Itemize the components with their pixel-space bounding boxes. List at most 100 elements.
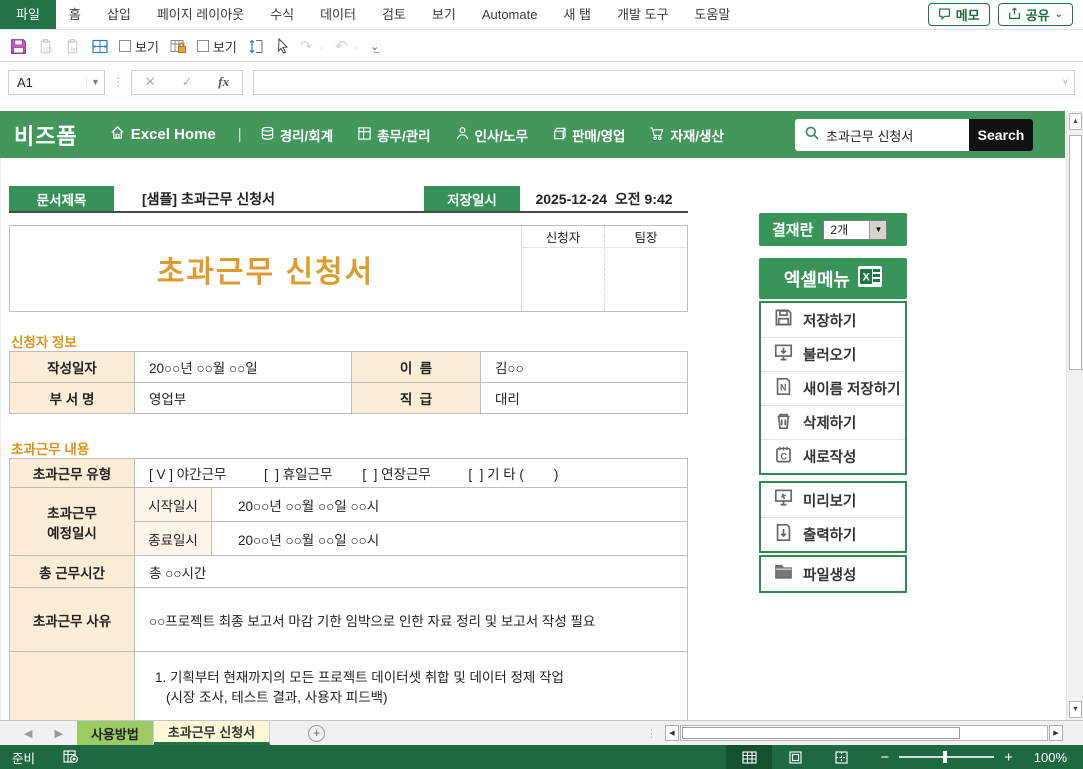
zoom-level[interactable]: 100% xyxy=(1027,750,1067,765)
home-icon xyxy=(110,125,125,144)
formula-expand-icon[interactable]: ˅ xyxy=(1063,77,1068,87)
svg-text:C: C xyxy=(781,451,788,461)
insert-function-icon[interactable]: fx xyxy=(218,74,229,90)
tab-automate[interactable]: Automate xyxy=(469,0,551,29)
nav-item-general-affairs[interactable]: 총무/관리 xyxy=(357,125,430,145)
search-box[interactable] xyxy=(795,119,969,151)
tab-help[interactable]: 도움말 xyxy=(681,0,743,29)
tab-view[interactable]: 보기 xyxy=(419,0,469,29)
search-input[interactable] xyxy=(826,128,951,143)
nav-item-sales[interactable]: 판매/영업 xyxy=(552,125,625,145)
view-checkbox-1[interactable]: 보기 xyxy=(119,37,159,56)
nav-excel-home[interactable]: Excel Home xyxy=(110,125,216,144)
paste-values-icon[interactable]: 123 xyxy=(37,38,54,55)
tab-page-layout[interactable]: 페이지 레이아웃 xyxy=(144,0,257,29)
comments-button[interactable]: 메모 xyxy=(928,3,990,26)
search-button[interactable]: Search xyxy=(969,119,1033,151)
tab-file[interactable]: 파일 xyxy=(0,0,56,29)
sheet-tab-usage[interactable]: 사용방법 xyxy=(77,721,154,745)
sign-cell-applicant[interactable] xyxy=(522,248,604,311)
horizontal-scroll-thumb[interactable] xyxy=(682,727,960,739)
menu-item-print[interactable]: 출력하기 xyxy=(761,517,905,551)
zoom-slider-handle[interactable] xyxy=(943,751,947,763)
zoom-in-icon[interactable]: + xyxy=(1004,749,1013,766)
menu-item-new[interactable]: C 새로작성 xyxy=(761,439,905,473)
field-value[interactable]: ○○프로젝트 최종 보고서 마감 기한 임박으로 인한 자료 정리 및 보고서 … xyxy=(135,588,688,652)
view-checkbox-2[interactable]: 보기 xyxy=(197,37,237,56)
tab-home[interactable]: 홈 xyxy=(56,0,94,29)
formula-input[interactable]: ˅ xyxy=(253,70,1075,95)
redo-icon[interactable]: ↷⌄ xyxy=(300,37,325,55)
sheet-prev-icon[interactable]: ◀ xyxy=(24,727,32,740)
normal-view-button[interactable] xyxy=(726,745,772,769)
horizontal-scrollbar[interactable]: ◀ ▶ xyxy=(665,724,1063,742)
protect-sheet-icon[interactable] xyxy=(169,38,187,55)
save-icon[interactable] xyxy=(10,38,27,55)
menu-item-load[interactable]: 불러오기 xyxy=(761,337,905,371)
page-break-view-button[interactable] xyxy=(818,745,864,769)
zoom-slider[interactable] xyxy=(899,756,994,758)
confirm-entry-icon[interactable]: ✓ xyxy=(182,74,193,90)
tab-developer[interactable]: 개발 도구 xyxy=(604,0,681,29)
scroll-down-icon[interactable]: ▼ xyxy=(1069,701,1082,718)
undo-icon[interactable]: ↶⌄ xyxy=(335,37,360,55)
nav-item-hr[interactable]: 인사/노무 xyxy=(455,125,528,145)
row-height-icon[interactable] xyxy=(247,38,265,55)
search-icon xyxy=(795,125,826,146)
field-label: 초과근무 예정일시 xyxy=(10,488,135,556)
bizforms-nav-bar: 비즈폼 Excel Home | 경리/회계 총무/관리 인사/노무 판매/영업 xyxy=(0,111,1065,158)
scroll-left-icon[interactable]: ◀ xyxy=(665,725,679,741)
cancel-entry-icon[interactable]: ✕ xyxy=(145,74,156,90)
checkbox-icon xyxy=(197,40,209,52)
menu-item-save-as[interactable]: N 새이름 저장하기 xyxy=(761,371,905,405)
formula-bar-splitter[interactable]: ⋮ xyxy=(112,75,124,89)
cursor-icon[interactable] xyxy=(275,38,290,54)
save-icon xyxy=(774,308,793,332)
field-label: 작성일자 xyxy=(10,352,135,383)
scroll-right-icon[interactable]: ▶ xyxy=(1049,725,1063,741)
share-button[interactable]: 공유 ⌄ xyxy=(998,3,1073,26)
zoom-out-icon[interactable]: − xyxy=(880,749,889,766)
field-value[interactable]: 20○○년 ○○월 ○○일 ○○시 xyxy=(212,488,688,522)
menu-item-file-create[interactable]: 파일생성 xyxy=(761,557,905,591)
macro-record-icon[interactable] xyxy=(63,750,79,764)
field-value[interactable]: 김○○ xyxy=(481,352,688,383)
approval-line-control: 결재란 2개 ▼ xyxy=(759,213,907,246)
sign-cell-team-leader[interactable] xyxy=(604,248,687,311)
tab-new-tab[interactable]: 새 탭 xyxy=(550,0,604,29)
field-value[interactable]: 20○○년 ○○월 ○○일 ○○시 xyxy=(212,522,688,556)
tab-formulas[interactable]: 수식 xyxy=(257,0,307,29)
menu-item-save[interactable]: 저장하기 xyxy=(761,303,905,337)
tab-insert[interactable]: 삽입 xyxy=(94,0,144,29)
tab-data[interactable]: 데이터 xyxy=(307,0,369,29)
overtime-type-value[interactable]: [ V ] 야간근무 [ ] 휴일근무 [ ] 연장근무 [ ] 기 타 ( ) xyxy=(135,459,688,488)
sheet-tab-overtime-form[interactable]: 초과근무 신청서 xyxy=(154,721,270,745)
nav-item-materials[interactable]: 자재/생산 xyxy=(649,125,723,145)
vertical-scroll-thumb[interactable] xyxy=(1069,135,1082,370)
form-title: 초과근무 신청서 xyxy=(157,247,375,291)
name-box[interactable]: A1 ▼ xyxy=(8,70,105,95)
page-layout-view-button[interactable] xyxy=(772,745,818,769)
bizforms-logo[interactable]: 비즈폼 xyxy=(14,119,78,151)
field-value[interactable]: 20○○년 ○○월 ○○일 xyxy=(135,352,352,383)
approval-count-dropdown[interactable]: 2개 ▼ xyxy=(823,220,887,240)
field-value[interactable]: 대리 xyxy=(481,383,688,414)
paste-formulas-icon[interactable]: fx xyxy=(64,38,81,55)
field-value[interactable]: 1. 기획부터 현재까지의 모든 프로젝트 데이터셋 취합 및 데이터 정제 작… xyxy=(135,652,688,721)
dropdown-arrow-icon[interactable]: ▼ xyxy=(869,221,886,239)
sheetbar-splitter[interactable]: ⋮ xyxy=(646,727,657,740)
freeze-panes-icon[interactable] xyxy=(91,38,109,55)
name-box-dropdown-icon[interactable]: ▼ xyxy=(86,77,104,87)
add-sheet-icon[interactable]: + xyxy=(308,725,325,742)
tab-review[interactable]: 검토 xyxy=(369,0,419,29)
scroll-up-icon[interactable]: ▲ xyxy=(1069,113,1082,130)
toolbar-overflow-icon[interactable]: ⌄̲ xyxy=(370,40,379,53)
nav-item-accounting[interactable]: 경리/회계 xyxy=(260,125,333,145)
menu-item-preview[interactable]: 미리보기 xyxy=(761,483,905,517)
sheet-next-icon[interactable]: ▶ xyxy=(54,727,62,740)
menu-item-delete[interactable]: 삭제하기 xyxy=(761,405,905,439)
field-value[interactable]: 총 ○○시간 xyxy=(135,556,688,588)
person-icon xyxy=(455,126,470,144)
field-value[interactable]: 영업부 xyxy=(135,383,352,414)
vertical-scrollbar[interactable]: ▲ ▼ xyxy=(1066,111,1083,720)
